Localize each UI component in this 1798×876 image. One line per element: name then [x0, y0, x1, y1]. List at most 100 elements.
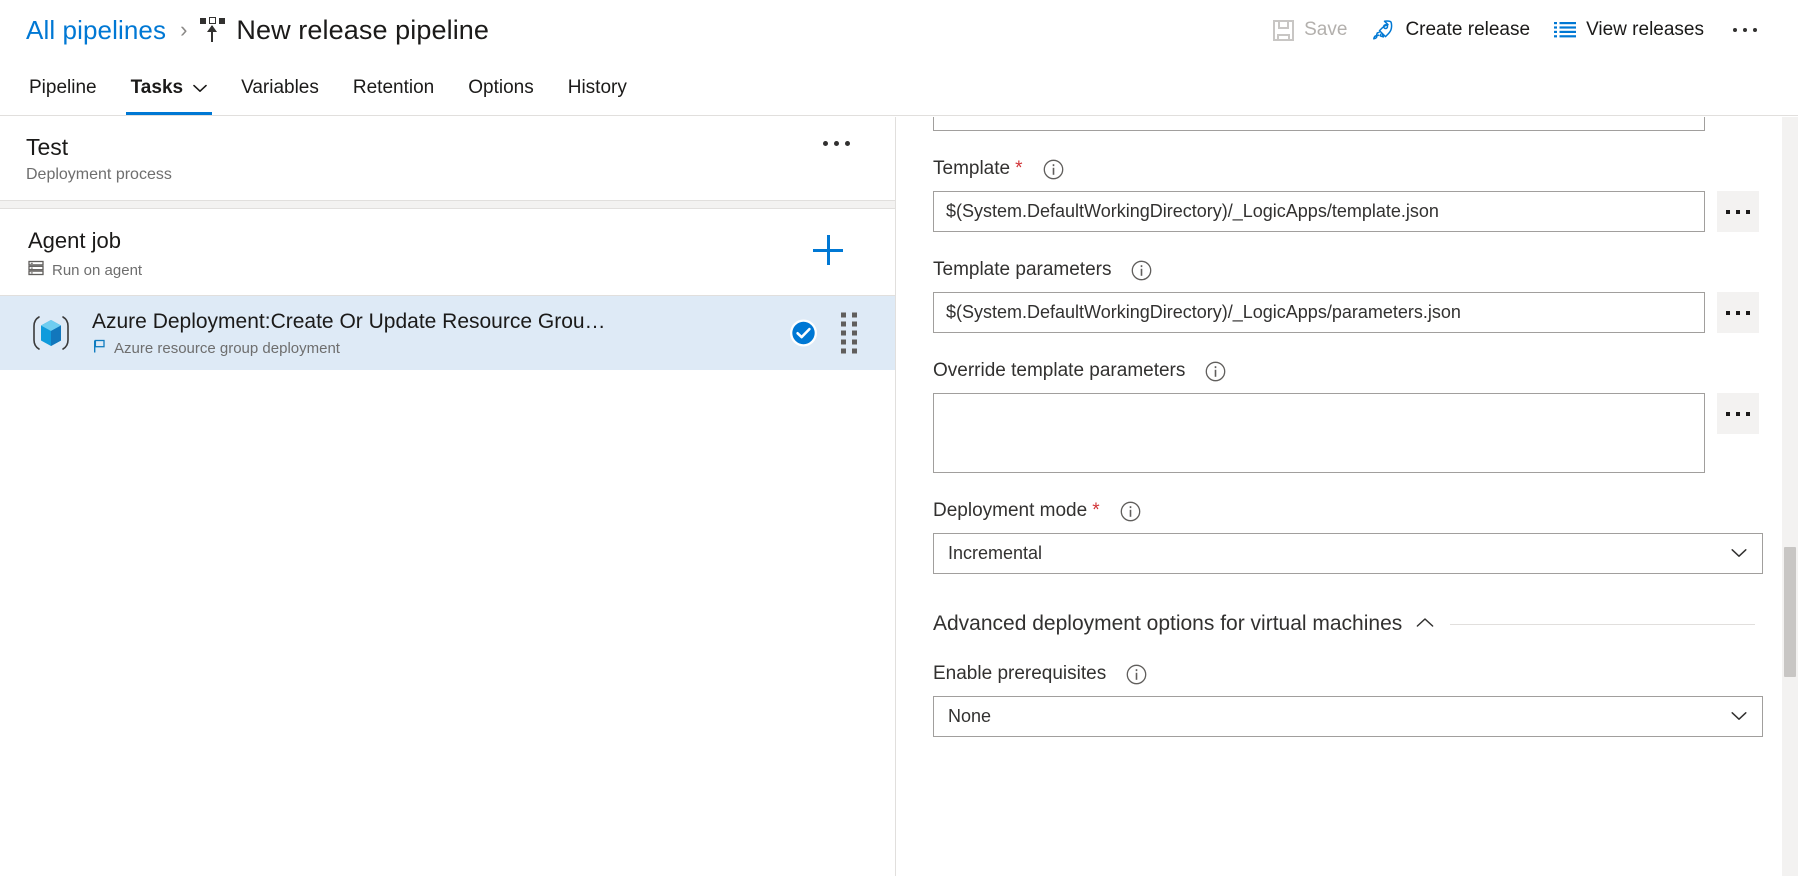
- field-deployment-mode-label-row: Deployment mode *: [933, 500, 1777, 522]
- breadcrumb: All pipelines › New release pipeline: [26, 15, 489, 46]
- field-template-input-row: [933, 191, 1777, 232]
- deployment-mode-value: Incremental: [948, 543, 1043, 563]
- tab-options[interactable]: Options: [451, 61, 550, 115]
- section-divider: [1450, 623, 1755, 625]
- list-icon: [1554, 21, 1577, 39]
- view-releases-button[interactable]: View releases: [1542, 8, 1716, 52]
- ellipsis-icon: [1726, 310, 1730, 315]
- ellipsis-icon: [823, 141, 828, 146]
- required-indicator: *: [1015, 158, 1023, 179]
- field-enable-prerequisites-label-row: Enable prerequisites: [933, 663, 1777, 685]
- add-task-button[interactable]: [813, 235, 843, 265]
- tab-variables-label: Variables: [241, 77, 319, 98]
- info-icon[interactable]: [1120, 501, 1141, 522]
- ellipsis-icon: [1726, 209, 1730, 214]
- tab-tasks-label: Tasks: [130, 77, 184, 98]
- tab-retention[interactable]: Retention: [336, 61, 451, 115]
- rocket-icon: [1371, 18, 1395, 42]
- field-enable-prerequisites-label: Enable prerequisites: [933, 663, 1107, 684]
- field-deployment-mode: Deployment mode * Incremental: [933, 500, 1777, 574]
- pipeline-tab-bar: Pipeline Tasks Variables Retention Optio…: [0, 60, 1798, 116]
- field-template-parameters: Template parameters: [933, 259, 1777, 333]
- stage-header: Test Deployment process: [0, 117, 895, 200]
- field-template: Template *: [933, 158, 1777, 232]
- template-browse-button[interactable]: [1717, 191, 1759, 232]
- ellipsis-icon: [1726, 411, 1730, 416]
- field-template-parameters-label: Template parameters: [933, 259, 1112, 280]
- agent-server-icon: [28, 260, 44, 280]
- task-row[interactable]: Azure Deployment:Create Or Update Resour…: [0, 296, 895, 370]
- template-input[interactable]: [933, 191, 1705, 232]
- enable-prerequisites-select-wrap: None: [933, 696, 1763, 737]
- info-icon[interactable]: [1131, 260, 1152, 281]
- advanced-section-title: Advanced deployment options for virtual …: [933, 612, 1403, 635]
- info-icon[interactable]: [1043, 159, 1064, 180]
- field-override-label-row: Override template parameters: [933, 360, 1777, 382]
- ellipsis-icon: [1733, 28, 1737, 32]
- pipeline-icon: [200, 17, 226, 43]
- tab-history[interactable]: History: [551, 61, 644, 115]
- field-override-template-parameters: Override template parameters: [933, 360, 1777, 473]
- flag-icon: [92, 339, 107, 358]
- deployment-mode-select-wrap: Incremental: [933, 533, 1763, 574]
- breadcrumb-all-pipelines-link[interactable]: All pipelines: [26, 15, 166, 46]
- advanced-section-header[interactable]: Advanced deployment options for virtual …: [933, 612, 1777, 636]
- azure-cube-icon: [28, 310, 74, 356]
- toolbar-actions: Save Create release View releases: [1261, 0, 1768, 60]
- override-browse-button[interactable]: [1717, 393, 1759, 434]
- tab-tasks[interactable]: Tasks: [114, 61, 224, 115]
- create-release-button[interactable]: Create release: [1359, 8, 1542, 52]
- field-override-input-row: [933, 393, 1777, 473]
- info-icon[interactable]: [1126, 664, 1147, 685]
- chevron-up-icon: [1416, 615, 1434, 633]
- task-details-form: Template * $(System.DefaultWorkingDirect…: [897, 117, 1777, 737]
- drag-handle-icon[interactable]: [841, 312, 857, 354]
- field-template-parameters-label-row: Template parameters: [933, 259, 1777, 281]
- task-texts: Azure Deployment:Create Or Update Resour…: [92, 309, 895, 358]
- clipped-field-above: [933, 117, 1705, 131]
- stage-more-button[interactable]: [820, 141, 853, 146]
- save-button[interactable]: Save: [1261, 8, 1359, 52]
- create-release-button-label: Create release: [1405, 19, 1531, 40]
- override-template-parameters-textarea[interactable]: [933, 393, 1705, 473]
- floppy-disk-icon: [1273, 19, 1295, 41]
- enable-prerequisites-value: None: [948, 706, 992, 726]
- toolbar-more-button[interactable]: [1722, 8, 1768, 52]
- pane-divider-band: [0, 200, 895, 209]
- top-bar: All pipelines › New release pipeline Sav…: [0, 0, 1798, 60]
- tab-options-label: Options: [468, 77, 534, 98]
- agent-job-subtitle: Run on agent: [52, 261, 143, 279]
- info-icon[interactable]: [1205, 361, 1226, 382]
- tasks-left-pane: Test Deployment process Agent job Run on…: [0, 117, 896, 876]
- agent-job-row[interactable]: Agent job Run on agent: [0, 209, 895, 296]
- details-scrollbar-thumb[interactable]: [1784, 547, 1796, 677]
- tab-retention-label: Retention: [352, 77, 435, 98]
- chevron-down-icon: [193, 77, 207, 99]
- check-circle-icon[interactable]: [790, 319, 817, 347]
- field-template-parameters-input-row: [933, 292, 1777, 333]
- tab-pipeline[interactable]: Pipeline: [12, 61, 114, 115]
- stage-subtitle: Deployment process: [26, 166, 172, 183]
- template-parameters-input[interactable]: [933, 292, 1705, 333]
- details-scrollbar-track[interactable]: [1782, 117, 1798, 876]
- required-indicator: *: [1092, 500, 1100, 521]
- task-details-pane: Template * $(System.DefaultWorkingDirect…: [897, 117, 1798, 876]
- breadcrumb-separator: ›: [180, 17, 188, 42]
- field-deployment-mode-label: Deployment mode: [933, 500, 1088, 521]
- view-releases-button-label: View releases: [1586, 19, 1704, 40]
- field-template-label: Template: [933, 158, 1011, 179]
- field-enable-prerequisites: Enable prerequisites None: [933, 663, 1777, 737]
- tab-history-label: History: [567, 77, 627, 98]
- tab-variables[interactable]: Variables: [224, 61, 336, 115]
- agent-job-subtitle-row: Run on agent: [28, 260, 895, 280]
- tab-pipeline-label: Pipeline: [29, 77, 97, 98]
- page-title: New release pipeline: [236, 14, 490, 45]
- deployment-mode-select[interactable]: Incremental: [933, 533, 1763, 574]
- stage-title: Test: [26, 134, 69, 160]
- save-button-label: Save: [1304, 19, 1348, 40]
- task-title: Azure Deployment:Create Or Update Resour…: [92, 309, 606, 333]
- enable-prerequisites-select[interactable]: None: [933, 696, 1763, 737]
- template-parameters-browse-button[interactable]: [1717, 292, 1759, 333]
- task-subtitle: Azure resource group deployment: [114, 339, 340, 357]
- task-subtitle-row: Azure resource group deployment: [92, 339, 895, 358]
